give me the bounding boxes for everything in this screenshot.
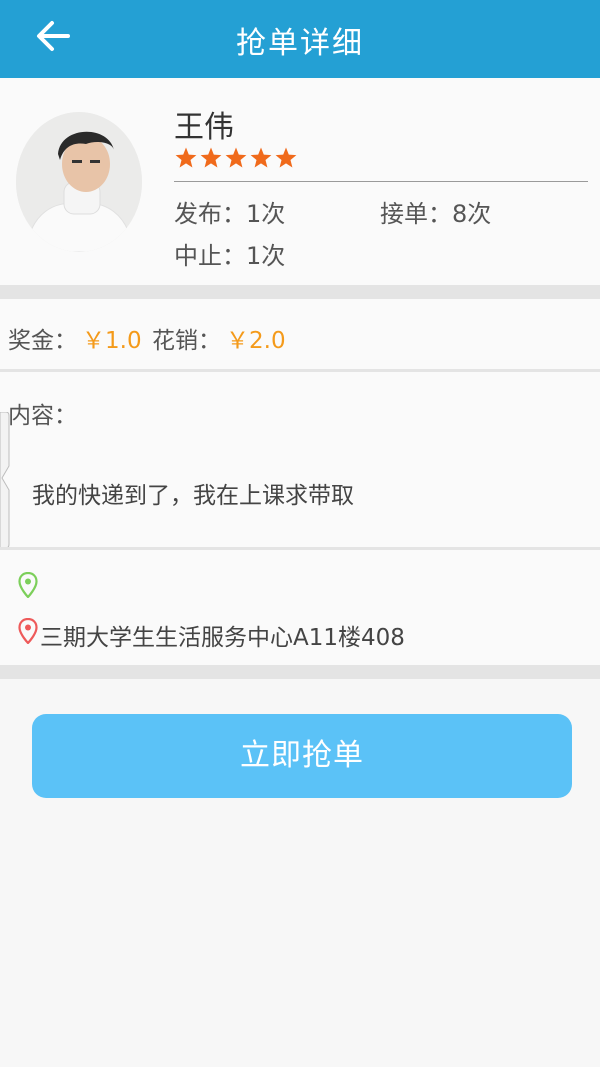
- location-pin-green-icon: [18, 572, 38, 598]
- user-profile-card: 王伟 发布：1次 接单：8次 中止：1次: [0, 78, 600, 285]
- star-icon: [200, 147, 222, 168]
- star-icon: [275, 147, 297, 168]
- rating-stars: [174, 146, 299, 174]
- accept-count: 接单：8次: [380, 200, 492, 228]
- avatar[interactable]: [16, 112, 142, 252]
- location-pin-red-icon: [18, 618, 38, 644]
- section-divider: [0, 285, 600, 299]
- reward-row: 奖金： ￥1.0 花销： ￥2.0: [0, 299, 600, 369]
- star-icon: [225, 147, 247, 168]
- address-section: 三期大学生生活服务中心A11楼408: [0, 550, 600, 665]
- publish-count: 发布：1次: [174, 200, 286, 228]
- destination-address: 三期大学生生活服务中心A11楼408: [40, 625, 405, 651]
- section-divider: [0, 665, 600, 679]
- grab-order-button[interactable]: 立即抢单: [32, 714, 572, 798]
- top-bar: 抢单详细: [0, 0, 600, 78]
- star-icon: [250, 147, 272, 168]
- abort-count: 中止：1次: [174, 242, 286, 270]
- bonus-label: 奖金：: [8, 328, 77, 354]
- content-text: 我的快递到了，我在上课求带取: [32, 483, 354, 509]
- content-section: 内容： 我的快递到了，我在上课求带取: [0, 372, 600, 548]
- page-title: 抢单详细: [236, 26, 364, 61]
- bonus-value: ￥1.0: [82, 328, 142, 354]
- profile-divider: [174, 181, 588, 182]
- side-handle-icon[interactable]: [0, 412, 10, 548]
- star-icon: [175, 147, 197, 168]
- user-name: 王伟: [174, 110, 234, 145]
- content-label: 内容：: [8, 403, 77, 429]
- cost-value: ￥2.0: [226, 328, 286, 354]
- cost-label: 花销：: [152, 328, 221, 354]
